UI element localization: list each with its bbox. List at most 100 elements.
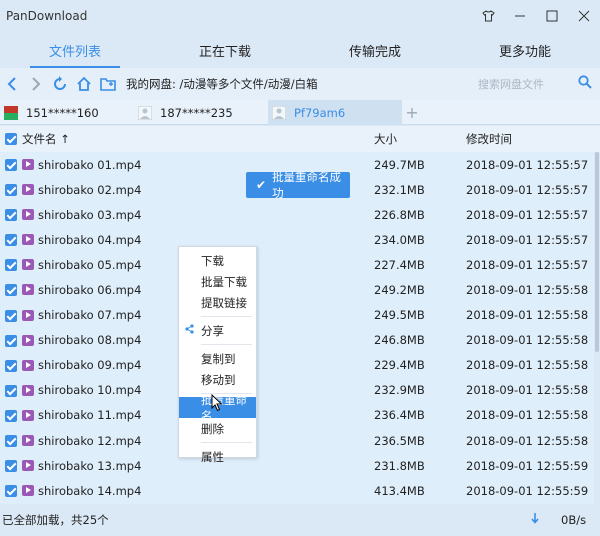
table-row[interactable]: shirobako 03.mp4 226.8MB 2018-09-01 12:55:… bbox=[0, 202, 594, 227]
menu-item-delete[interactable]: 删除 bbox=[179, 418, 256, 439]
toast-text: 批量重命名成功 bbox=[272, 170, 342, 200]
menu-item-move-to[interactable]: 移动到 bbox=[179, 369, 256, 390]
table-row[interactable]: shirobako 04.mp4 234.0MB 2018-09-01 12:55:… bbox=[0, 227, 594, 252]
file-size: 413.4MB bbox=[374, 483, 425, 498]
video-file-icon bbox=[22, 359, 34, 371]
menu-item-copy-to[interactable]: 复制到 bbox=[179, 348, 256, 369]
row-checkbox[interactable] bbox=[5, 384, 17, 397]
home-icon[interactable] bbox=[72, 68, 96, 100]
account-tab[interactable]: 151*****160 bbox=[0, 100, 134, 125]
file-date: 2018-09-01 12:55:58 bbox=[466, 308, 589, 323]
row-checkbox[interactable] bbox=[5, 259, 17, 272]
row-checkbox[interactable] bbox=[5, 485, 17, 498]
file-list: shirobako 01.mp4 249.7MB 2018-09-01 12:55:… bbox=[0, 152, 594, 504]
forward-icon[interactable] bbox=[24, 68, 48, 100]
vertical-scrollbar[interactable] bbox=[594, 152, 600, 504]
file-date: 2018-09-01 12:55:58 bbox=[466, 333, 589, 348]
file-size: 249.2MB bbox=[374, 283, 425, 298]
file-date: 2018-09-01 12:55:57 bbox=[466, 207, 589, 222]
video-file-icon bbox=[22, 384, 34, 396]
video-file-icon bbox=[22, 485, 34, 497]
menu-item-extract-link[interactable]: 提取链接 bbox=[179, 292, 256, 313]
file-size: 226.8MB bbox=[374, 207, 425, 222]
row-checkbox[interactable] bbox=[5, 284, 17, 297]
file-name: shirobako 14.mp4 bbox=[38, 483, 142, 498]
skin-icon[interactable] bbox=[472, 0, 504, 32]
tab-file-list[interactable]: 文件列表 bbox=[0, 32, 150, 68]
table-row[interactable]: shirobako 09.mp4 229.4MB 2018-09-01 12:55:… bbox=[0, 353, 594, 378]
tab-more[interactable]: 更多功能 bbox=[450, 32, 600, 68]
file-date: 2018-09-01 12:55:58 bbox=[466, 283, 589, 298]
context-menu: 下载 批量下载 提取链接 分享 复制到 移动到 批量重命名 删除 属性 bbox=[178, 246, 257, 464]
table-row[interactable]: shirobako 05.mp4 227.4MB 2018-09-01 12:55:… bbox=[0, 252, 594, 277]
column-date-header[interactable]: 修改时间 bbox=[466, 131, 512, 147]
add-account-icon[interactable]: + bbox=[402, 100, 422, 125]
row-checkbox[interactable] bbox=[5, 309, 17, 322]
row-checkbox[interactable] bbox=[5, 159, 17, 171]
minimize-icon[interactable] bbox=[504, 0, 536, 32]
close-icon[interactable] bbox=[568, 0, 600, 32]
file-date: 2018-09-01 12:55:58 bbox=[466, 358, 589, 373]
tab-downloading[interactable]: 正在下载 bbox=[150, 32, 300, 68]
file-date: 2018-09-01 12:55:58 bbox=[466, 433, 589, 448]
table-row[interactable]: shirobako 14.mp4 413.4MB 2018-09-01 12:55:… bbox=[0, 478, 594, 503]
row-checkbox[interactable] bbox=[5, 409, 17, 422]
table-row[interactable]: shirobako 06.mp4 249.2MB 2018-09-01 12:55:… bbox=[0, 277, 594, 302]
menu-item-properties[interactable]: 属性 bbox=[179, 446, 256, 467]
account-label: 151*****160 bbox=[26, 105, 99, 120]
maximize-icon[interactable] bbox=[536, 0, 568, 32]
file-size: 236.5MB bbox=[374, 433, 425, 448]
menu-item-batch-download[interactable]: 批量下载 bbox=[179, 271, 256, 292]
file-size: 229.4MB bbox=[374, 358, 425, 373]
file-name: shirobako 02.mp4 bbox=[38, 182, 142, 197]
video-file-icon bbox=[22, 460, 34, 472]
file-date: 2018-09-01 12:55:58 bbox=[466, 408, 589, 423]
tab-completed[interactable]: 传输完成 bbox=[300, 32, 450, 68]
column-name-header[interactable]: 文件名 ↑ bbox=[22, 131, 70, 147]
file-size: 249.7MB bbox=[374, 157, 425, 172]
file-date: 2018-09-01 12:55:57 bbox=[466, 257, 589, 272]
row-checkbox[interactable] bbox=[5, 209, 17, 222]
table-row[interactable]: shirobako 10.mp4 232.9MB 2018-09-01 12:55:… bbox=[0, 378, 594, 403]
table-row[interactable]: shirobako 11.mp4 236.4MB 2018-09-01 12:55:… bbox=[0, 403, 594, 428]
share-icon bbox=[185, 324, 194, 337]
table-row[interactable]: shirobako 13.mp4 231.8MB 2018-09-01 12:55:… bbox=[0, 453, 594, 478]
file-size: 232.1MB bbox=[374, 182, 425, 197]
account-tab-active[interactable]: Pf79am6 bbox=[268, 100, 402, 125]
select-all-checkbox[interactable] bbox=[5, 133, 17, 145]
table-row[interactable]: shirobako 12.mp4 236.5MB 2018-09-01 12:55:… bbox=[0, 428, 594, 453]
file-name: shirobako 01.mp4 bbox=[38, 157, 142, 172]
back-icon[interactable] bbox=[0, 68, 24, 100]
account-label: Pf79am6 bbox=[294, 105, 346, 120]
refresh-icon[interactable] bbox=[48, 68, 72, 100]
row-checkbox[interactable] bbox=[5, 460, 17, 473]
row-checkbox[interactable] bbox=[5, 184, 17, 197]
search-icon[interactable] bbox=[578, 75, 592, 92]
mouse-cursor-icon bbox=[211, 393, 223, 412]
menu-item-share[interactable]: 分享 bbox=[179, 320, 256, 341]
row-checkbox[interactable] bbox=[5, 234, 17, 247]
file-size: 232.9MB bbox=[374, 383, 425, 398]
menu-divider bbox=[201, 316, 252, 317]
app-title: PanDownload bbox=[6, 9, 88, 23]
download-speed-icon bbox=[531, 513, 539, 527]
row-checkbox[interactable] bbox=[5, 435, 17, 448]
breadcrumb-path[interactable]: 我的网盘: /动漫等多个文件/动漫/白箱 bbox=[126, 76, 318, 92]
menu-item-download[interactable]: 下载 bbox=[179, 250, 256, 271]
new-folder-icon[interactable] bbox=[96, 68, 120, 100]
video-file-icon bbox=[22, 435, 34, 447]
search-input[interactable]: 搜索网盘文件 bbox=[478, 74, 570, 94]
column-size-header[interactable]: 大小 bbox=[374, 131, 397, 147]
table-row[interactable]: shirobako 07.mp4 249.5MB 2018-09-01 12:55:… bbox=[0, 303, 594, 328]
account-tab[interactable]: 187*****235 bbox=[134, 100, 268, 125]
row-checkbox[interactable] bbox=[5, 359, 17, 372]
row-checkbox[interactable] bbox=[5, 334, 17, 347]
file-name: shirobako 03.mp4 bbox=[38, 207, 142, 222]
scroll-thumb[interactable] bbox=[595, 152, 599, 352]
file-date: 2018-09-01 12:55:59 bbox=[466, 483, 589, 498]
avatar bbox=[272, 105, 286, 120]
file-size: 234.0MB bbox=[374, 232, 425, 247]
video-file-icon bbox=[22, 184, 34, 196]
file-size: 227.4MB bbox=[374, 257, 425, 272]
table-row[interactable]: shirobako 08.mp4 246.8MB 2018-09-01 12:55:… bbox=[0, 328, 594, 353]
